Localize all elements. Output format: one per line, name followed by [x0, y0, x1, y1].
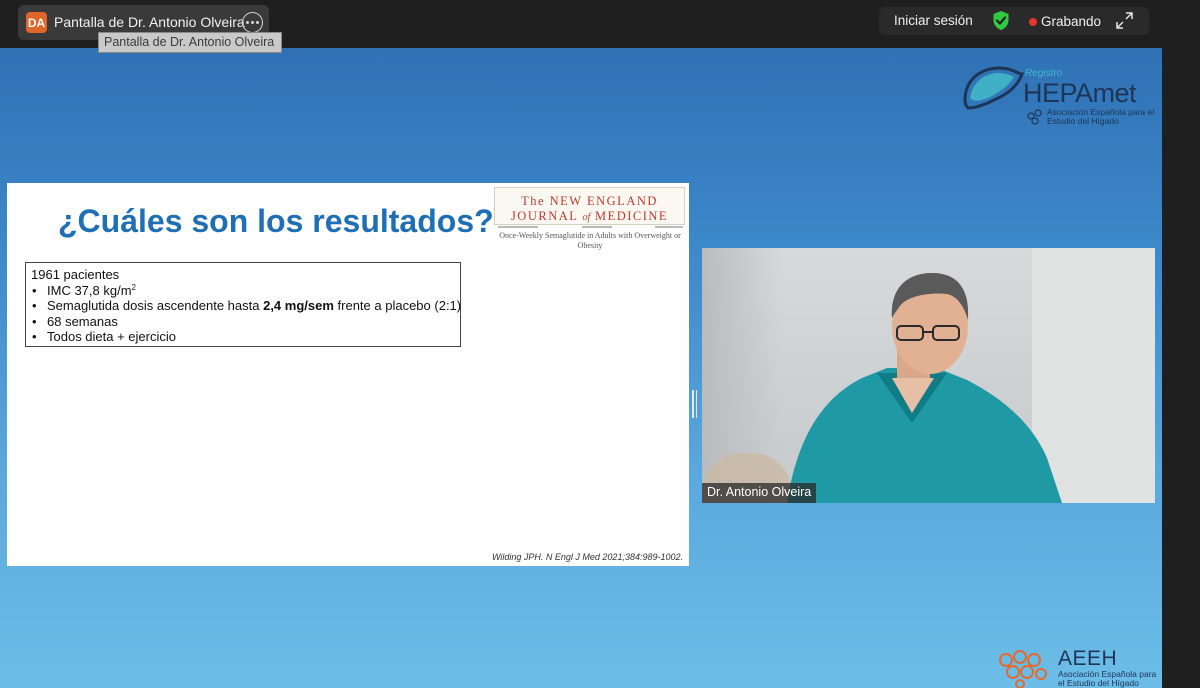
window-edge — [1162, 48, 1200, 688]
participant-silhouette — [787, 273, 1062, 503]
slide-title: ¿Cuáles son los resultados? — [58, 203, 494, 239]
hepamet-subtitle: Asociación Española para el Estudio del … — [1047, 107, 1155, 126]
study-summary-box: 1961 pacientes IMC 37,8 kg/m2 Semaglutid… — [25, 262, 461, 347]
screen-share-title: Pantalla de Dr. Antonio Olveira — [54, 14, 245, 30]
article-title: Once-Weekly Semaglutide in Adults with O… — [499, 231, 681, 250]
sign-in-button[interactable]: Iniciar sesión — [894, 13, 973, 28]
meeting-toolbar: DA Pantalla de Dr. Antonio Olveira Panta… — [0, 0, 1200, 53]
participant-video[interactable] — [702, 248, 1155, 503]
nejm-masthead: The NEW ENGLAND JOURNAL of MEDICINE — [494, 187, 685, 225]
presenter-avatar: DA — [26, 12, 47, 33]
aeeh-logo-text: AEEH — [1058, 647, 1118, 670]
recording-label[interactable]: Grabando — [1041, 14, 1101, 29]
aeeh-logo-icon — [999, 650, 1047, 688]
aeeh-subtitle: Asociación Española para el Estudio del … — [1058, 669, 1157, 688]
resize-handle[interactable] — [692, 390, 698, 418]
list-item: IMC 37,8 kg/m2 — [31, 283, 455, 299]
patients-count: 1961 pacientes — [31, 267, 120, 282]
share-title-tooltip: Pantalla de Dr. Antonio Olveira — [98, 32, 282, 53]
nejm-meta-rule — [498, 226, 683, 230]
citation: Wilding JPH. N Engl J Med 2021;384:989-1… — [491, 552, 683, 562]
presentation-slide: ¿Cuáles son los resultados? The NEW ENGL… — [7, 183, 689, 566]
shield-check-icon[interactable] — [992, 10, 1010, 31]
study-bullets: IMC 37,8 kg/m2 Semaglutida dosis ascende… — [31, 283, 461, 345]
nejm-line1: The NEW ENGLAND — [521, 194, 658, 208]
nejm-line2: JOURNAL of MEDICINE — [510, 209, 669, 223]
expand-icon[interactable] — [1116, 12, 1133, 29]
list-item: Todos dieta + ejercicio — [31, 329, 455, 345]
hepamet-logo-text: HEPAmet — [1023, 78, 1137, 108]
list-item: 68 semanas — [31, 314, 455, 330]
more-options-icon[interactable] — [242, 12, 263, 33]
participant-name-tag: Dr. Antonio Olveira — [702, 483, 817, 503]
list-item: Semaglutida dosis ascendente hasta 2,4 m… — [31, 298, 461, 314]
session-controls: Iniciar sesión Grabando — [879, 7, 1149, 35]
recording-dot-icon — [1029, 18, 1037, 26]
